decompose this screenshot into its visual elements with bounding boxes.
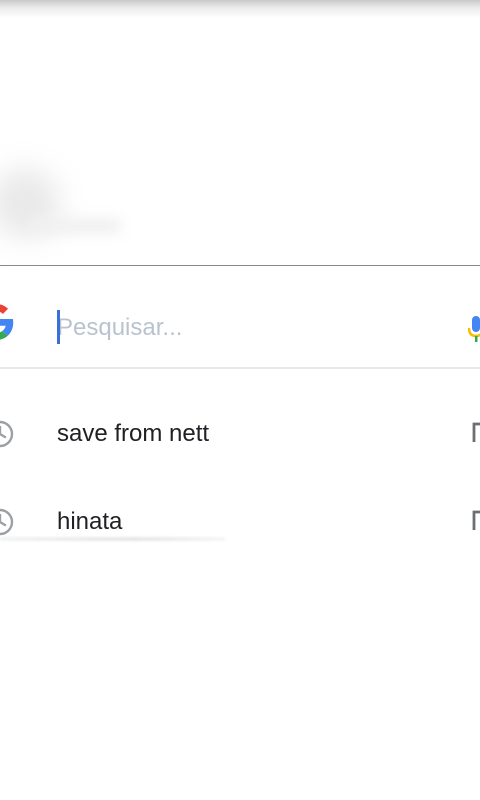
arrow-fill-icon[interactable]	[472, 510, 480, 532]
suggestion-item[interactable]: hinata	[0, 478, 480, 566]
google-g-icon	[0, 304, 14, 340]
history-clock-icon	[0, 508, 14, 536]
blurred-background	[0, 18, 480, 266]
suggestion-label: save from nett	[57, 420, 210, 447]
blurred-content-line	[30, 218, 120, 234]
text-cursor	[57, 310, 60, 344]
mic-icon[interactable]	[468, 314, 480, 344]
suggestion-item[interactable]: save from nett	[0, 390, 480, 478]
search-bar[interactable]	[0, 266, 480, 369]
search-input[interactable]	[57, 310, 437, 346]
history-clock-icon	[0, 420, 14, 448]
screen: save from nett hinata	[0, 0, 480, 800]
search-panel: save from nett hinata	[0, 265, 480, 800]
blurred-divider	[0, 537, 225, 541]
arrow-fill-icon[interactable]	[472, 422, 480, 444]
suggestion-label: hinata	[57, 508, 123, 535]
status-bar-shadow	[0, 0, 480, 18]
